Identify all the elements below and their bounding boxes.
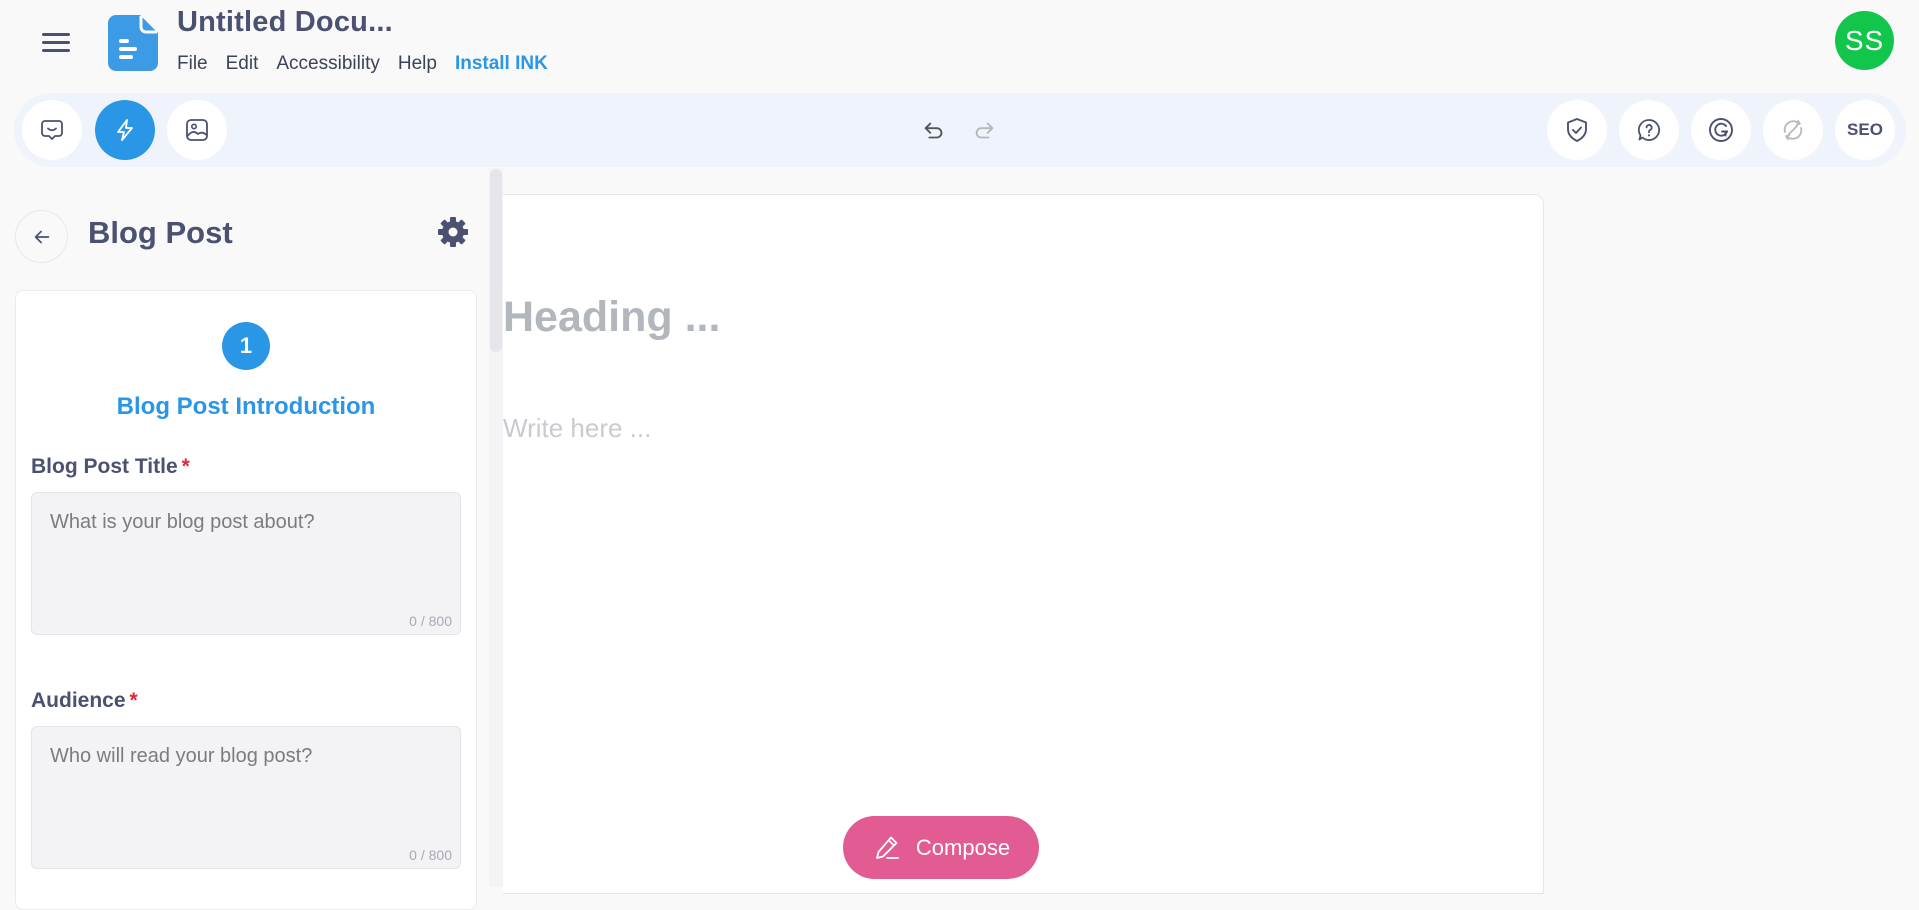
install-ink-link[interactable]: Install INK [455, 53, 548, 75]
blog-post-title-label: Blog Post Title * [31, 455, 190, 479]
hamburger-menu-button[interactable] [40, 30, 72, 56]
document-title[interactable]: Untitled Docu... [177, 6, 393, 39]
menu-help[interactable]: Help [398, 53, 437, 75]
sidebar-scrollbar-thumb[interactable] [490, 169, 502, 352]
menu-edit[interactable]: Edit [226, 53, 259, 75]
editor-top-margin [503, 168, 1544, 194]
menu-bar: File Edit Accessibility Help Install INK [177, 53, 566, 75]
image-icon [186, 119, 208, 141]
lightning-icon [117, 119, 133, 141]
compose-button[interactable]: Compose [843, 816, 1039, 879]
compose-label: Compose [915, 834, 1011, 860]
heading-placeholder[interactable]: Heading ... [503, 293, 720, 342]
menu-file[interactable]: File [177, 53, 208, 75]
ai-lightning-button[interactable] [95, 100, 155, 160]
plagiarism-check-button[interactable] [1547, 100, 1607, 160]
help-button[interactable] [1619, 100, 1679, 160]
step-card: 1 Blog Post Introduction Blog Post Title… [15, 290, 477, 910]
document-icon [108, 15, 158, 71]
back-button[interactable] [15, 210, 68, 263]
pencil-icon [876, 836, 899, 859]
grammarly-button[interactable] [1691, 100, 1751, 160]
help-bubble-icon [1638, 119, 1661, 141]
audience-label: Audience * [31, 689, 138, 713]
step-title: Blog Post Introduction [116, 393, 376, 420]
redo-icon [975, 122, 994, 139]
document-editor: Heading ... Write here ... [503, 194, 1544, 894]
audience-field: 0 / 800 [31, 726, 461, 869]
field-label-text: Blog Post Title [31, 455, 178, 478]
template-title: Blog Post [88, 215, 233, 250]
menu-accessibility[interactable]: Accessibility [276, 53, 379, 75]
user-avatar[interactable]: SS [1835, 11, 1894, 70]
hamburger-line [42, 49, 70, 52]
arrow-left-icon [34, 230, 49, 243]
image-button[interactable] [167, 100, 227, 160]
sync-button[interactable] [1763, 100, 1823, 160]
grammarly-icon [1709, 118, 1733, 142]
required-mark: * [181, 455, 190, 478]
chat-button[interactable] [22, 100, 82, 160]
audience-input[interactable] [32, 727, 460, 868]
step-number-badge: 1 [222, 322, 270, 370]
hamburger-line [42, 33, 70, 36]
body-placeholder[interactable]: Write here ... [503, 413, 651, 444]
app-header: Untitled Docu... File Edit Accessibility… [0, 0, 1919, 90]
redo-button[interactable] [968, 115, 1000, 147]
character-counter: 0 / 800 [409, 847, 452, 863]
field-label-text: Audience [31, 689, 126, 712]
sync-disabled-icon [1783, 119, 1803, 141]
blog-post-title-field: 0 / 800 [31, 492, 461, 635]
shield-check-icon [1567, 118, 1587, 142]
toolbar: SEO [14, 93, 1906, 167]
character-counter: 0 / 800 [409, 613, 452, 629]
gear-icon[interactable] [437, 216, 469, 248]
seo-button[interactable]: SEO [1835, 100, 1895, 160]
chat-icon [41, 120, 63, 140]
seo-label: SEO [1847, 120, 1883, 139]
undo-button[interactable] [918, 115, 950, 147]
blog-post-title-input[interactable] [32, 493, 460, 634]
undo-icon [924, 122, 943, 139]
hamburger-line [42, 41, 70, 44]
required-mark: * [129, 689, 138, 712]
